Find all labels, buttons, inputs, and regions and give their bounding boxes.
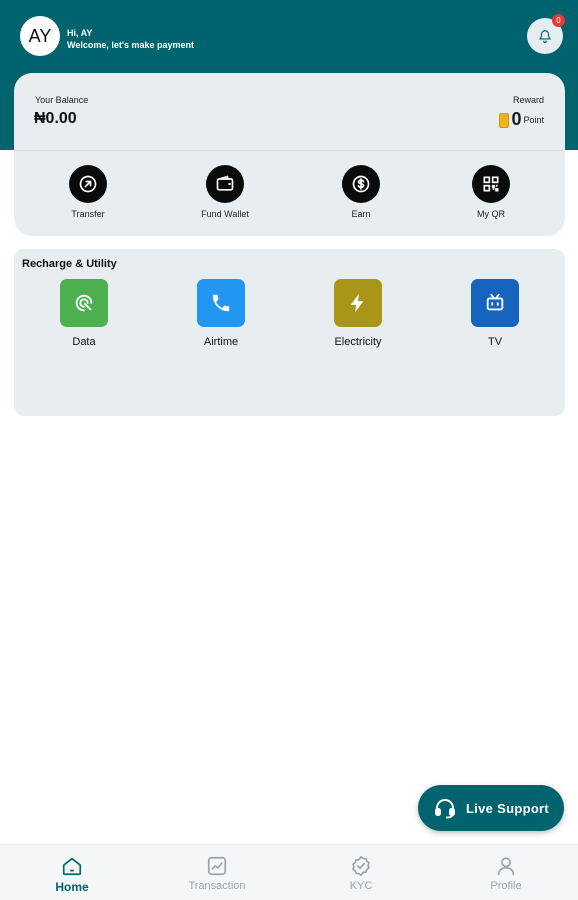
live-support-label: Live Support	[466, 800, 550, 816]
notification-badge: 0	[552, 14, 565, 27]
tv-icon	[486, 293, 504, 311]
reward-value: 0	[511, 109, 522, 129]
electricity-button[interactable]: Electricity	[313, 279, 403, 348]
earn-label: Earn	[351, 209, 371, 219]
balance-label: Your Balance	[35, 95, 89, 105]
welcome-text: Welcome, let's make payment	[67, 40, 195, 50]
nav-profile-label: Profile	[490, 880, 522, 892]
airtime-button[interactable]: Airtime	[176, 279, 266, 348]
utility-title: Recharge & Utility	[22, 258, 117, 270]
fund-wallet-label: Fund Wallet	[201, 209, 249, 219]
utility-card: Recharge & Utility Data Airtime Electric…	[14, 249, 565, 416]
wallet-icon	[216, 175, 234, 191]
my-qr-label: My QR	[477, 209, 505, 219]
avatar[interactable]: AY	[20, 16, 60, 56]
dollar-icon	[352, 175, 370, 193]
bolt-icon	[350, 293, 364, 313]
nav-kyc[interactable]: KYC	[311, 855, 411, 892]
bell-icon	[539, 30, 551, 43]
balance-amount: ₦0.00	[34, 110, 77, 127]
nav-home-label: Home	[55, 880, 89, 894]
person-icon	[497, 857, 515, 876]
earn-button[interactable]: Earn	[321, 165, 401, 219]
tv-button[interactable]: TV	[450, 279, 540, 348]
transfer-button[interactable]: Transfer	[48, 165, 128, 219]
qr-code-icon	[483, 176, 499, 192]
bottom-nav: Home Transaction KYC Profile	[0, 844, 578, 900]
reward-unit: Point	[523, 115, 544, 125]
headset-icon	[435, 799, 455, 819]
nav-transaction-label: Transaction	[188, 880, 246, 892]
airtime-label: Airtime	[203, 336, 239, 348]
divider	[14, 150, 565, 151]
arrow-up-right-icon	[79, 175, 97, 193]
nav-profile[interactable]: Profile	[456, 855, 556, 892]
nav-home[interactable]: Home	[22, 855, 122, 894]
nav-transaction[interactable]: Transaction	[167, 855, 267, 892]
home-icon	[62, 857, 82, 876]
data-label: Data	[72, 336, 96, 348]
phone-icon	[212, 294, 230, 312]
reward-value-row[interactable]: 0 Point	[499, 110, 544, 128]
nav-kyc-label: KYC	[349, 880, 373, 892]
greeting-text: Hi, AY	[67, 28, 93, 38]
reward-label: Reward	[512, 95, 544, 105]
my-qr-button[interactable]: My QR	[451, 165, 531, 219]
data-icon	[75, 294, 93, 312]
electricity-label: Electricity	[334, 336, 382, 348]
data-button[interactable]: Data	[39, 279, 129, 348]
verified-icon	[352, 856, 370, 876]
tv-label: TV	[487, 336, 503, 348]
chart-icon	[207, 856, 227, 876]
live-support-button[interactable]: Live Support	[418, 785, 564, 831]
notification-button[interactable]: 0	[527, 14, 565, 54]
coin-icon	[499, 113, 510, 128]
balance-card: Your Balance ₦0.00 Reward 0 Point Transf…	[14, 73, 565, 236]
transfer-label: Transfer	[71, 209, 105, 219]
fund-wallet-button[interactable]: Fund Wallet	[185, 165, 265, 219]
greeting-block: Hi, AY Welcome, let's make payment	[67, 27, 194, 51]
